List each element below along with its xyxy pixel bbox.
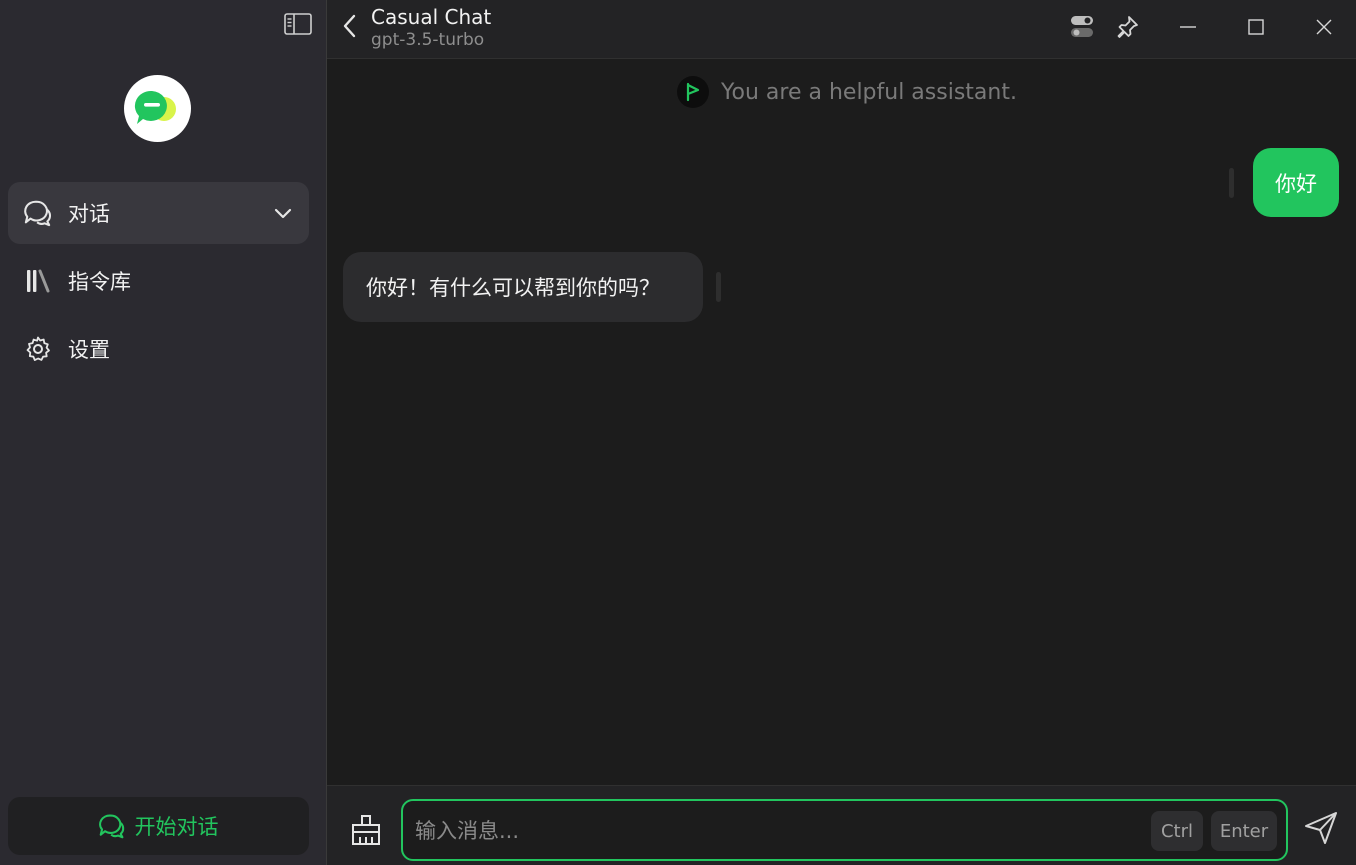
sidebar-nav: 对话 指令库 设置 xyxy=(8,182,309,386)
gear-icon xyxy=(24,335,52,363)
chat-header: Casual Chat gpt-3.5-turbo xyxy=(327,0,1356,59)
composer-bar: Ctrl Enter xyxy=(327,785,1356,865)
app-window: 对话 指令库 设置 开始对话 Casual Chat gpt-3.5-turbo… xyxy=(0,0,1356,865)
maximize-icon[interactable] xyxy=(1239,10,1273,44)
pin-icon[interactable] xyxy=(1110,10,1144,44)
shortcut-key-enter: Enter xyxy=(1211,811,1277,851)
message-drag-handle[interactable] xyxy=(716,272,721,302)
nav-label-prompt-library: 指令库 xyxy=(68,270,131,294)
app-logo xyxy=(124,75,191,142)
toggle-settings-icon[interactable] xyxy=(1065,10,1099,44)
nav-label-settings: 设置 xyxy=(68,338,110,362)
flag-icon xyxy=(677,76,709,108)
system-prompt: You are a helpful assistant. xyxy=(677,76,1017,108)
chevron-down-icon[interactable] xyxy=(271,201,295,225)
nav-item-prompt-library[interactable]: 指令库 xyxy=(8,250,309,312)
assistant-message[interactable]: 你好！有什么可以帮到你的吗？ xyxy=(343,252,703,322)
message-input[interactable] xyxy=(415,813,1135,849)
library-icon xyxy=(24,267,52,295)
shortcut-key-ctrl: Ctrl xyxy=(1151,811,1203,851)
broom-clear-icon[interactable] xyxy=(349,813,383,847)
minimize-icon[interactable] xyxy=(1171,10,1205,44)
model-name: gpt-3.5-turbo xyxy=(371,30,485,50)
nav-item-chat[interactable]: 对话 xyxy=(8,182,309,244)
nav-label-chat: 对话 xyxy=(68,202,110,226)
system-prompt-text: You are a helpful assistant. xyxy=(721,79,1017,105)
chat-title: Casual Chat xyxy=(371,5,492,29)
chat-bubbles-icon xyxy=(24,199,52,227)
start-chat-button[interactable]: 开始对话 xyxy=(8,797,309,855)
close-icon[interactable] xyxy=(1307,10,1341,44)
send-icon[interactable] xyxy=(1303,810,1339,846)
user-message[interactable]: 你好 xyxy=(1253,148,1339,217)
sidebar: 对话 指令库 设置 开始对话 xyxy=(0,0,327,865)
chat-bubbles-icon xyxy=(98,813,125,839)
back-arrow-icon[interactable] xyxy=(339,13,361,39)
sidebar-toggle-icon[interactable] xyxy=(284,12,312,36)
start-chat-label: 开始对话 xyxy=(134,815,219,839)
nav-item-settings[interactable]: 设置 xyxy=(8,318,309,380)
chat-main: Casual Chat gpt-3.5-turbo You are a help… xyxy=(327,0,1356,865)
message-drag-handle[interactable] xyxy=(1229,168,1234,198)
message-input-box: Ctrl Enter xyxy=(401,799,1288,861)
